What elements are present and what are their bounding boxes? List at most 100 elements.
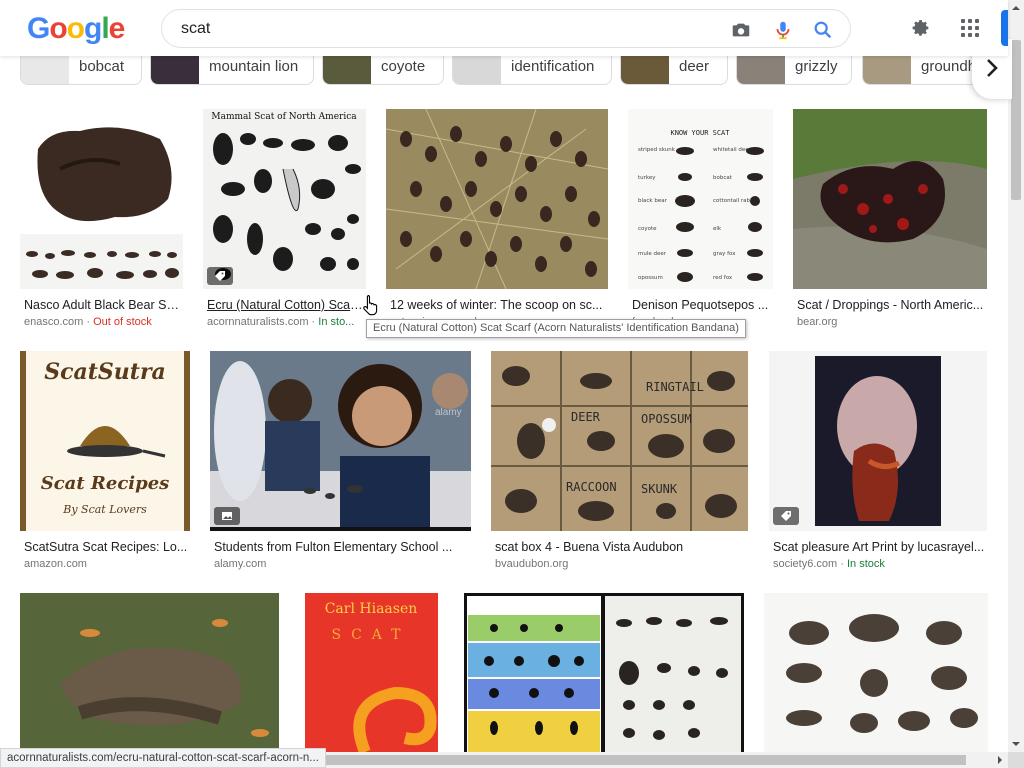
image-caption: mule deer	[638, 251, 667, 257]
result-card[interactable]: Mammal Scat of North America Ecru (Natur…	[203, 109, 366, 331]
image-caption: red fox	[713, 275, 733, 281]
logo-letter: l	[101, 12, 109, 45]
result-image[interactable]: ScatSutra Scat Recipes By Scat Lovers	[20, 351, 190, 531]
chip-label: groundh	[921, 58, 977, 75]
result-title[interactable]: ScatSutra Scat Recipes: Lo...	[24, 540, 190, 554]
result-image[interactable]: Carl Hiaasen SCAT	[305, 593, 438, 752]
result-image[interactable]: KNOW YOUR SCAT striped skunk whitetail d…	[628, 109, 773, 289]
result-source: bear.org	[797, 316, 838, 328]
result-card[interactable]	[20, 593, 279, 752]
result-card[interactable]: 12 weeks of winter: The scoop on sc... e…	[386, 109, 608, 331]
scroll-down-arrow-icon[interactable]	[1008, 736, 1024, 752]
result-source: acornnaturalists.com · In sto...	[207, 316, 355, 328]
result-card[interactable]: Scat pleasure Art Print by lucasrayel...…	[769, 351, 987, 573]
logo-letter: e	[108, 12, 126, 45]
image-caption: coyote	[638, 226, 657, 232]
result-title[interactable]: Students from Fulton Elementary School .…	[214, 540, 471, 554]
source-domain: society6.com	[773, 558, 838, 570]
stock-status: In stock	[846, 558, 885, 570]
image-caption: OPOSSUM	[641, 412, 692, 426]
result-image[interactable]: RINGTAIL DEER OPOSSUM RACCOON SKUNK	[491, 351, 748, 531]
image-caption: SKUNK	[641, 482, 678, 496]
result-card[interactable]: KNOW YOUR SCAT striped skunk whitetail d…	[628, 109, 773, 331]
apps-grid-icon[interactable]	[958, 16, 982, 40]
result-image[interactable]	[20, 593, 279, 752]
image-caption: turkey	[638, 175, 656, 181]
image-caption: KNOW YOUR SCAT	[670, 129, 730, 137]
image-caption: bobcat	[713, 175, 733, 181]
scroll-up-arrow-icon[interactable]	[1008, 0, 1024, 16]
google-logo[interactable]: Google	[27, 12, 126, 46]
image-caption: gray fox	[713, 251, 736, 257]
image-caption: whitetail deer	[713, 147, 752, 153]
result-card[interactable]: Nasco Adult Black Bear Sc... enasco.com …	[20, 109, 183, 331]
search-icon[interactable]	[812, 19, 834, 41]
result-title[interactable]: Scat / Droppings - North Americ...	[797, 298, 987, 312]
result-source: enasco.com · Out of stock	[24, 316, 152, 328]
result-card[interactable]	[464, 593, 744, 752]
chip-identification[interactable]: identification	[452, 56, 612, 85]
result-card[interactable]: alamy Students from Fulton Elementary Sc…	[210, 351, 471, 573]
result-image[interactable]	[386, 109, 608, 289]
chip-label: deer	[679, 58, 710, 75]
result-source: alamy.com	[214, 558, 267, 570]
camera-icon[interactable]	[730, 19, 752, 41]
result-image[interactable]	[464, 593, 744, 752]
result-card[interactable]: ScatSutra Scat Recipes By Scat Lovers Sc…	[20, 351, 190, 573]
scrollbar-corner	[1008, 752, 1024, 768]
chevron-right-icon	[987, 59, 998, 77]
logo-letter: g	[84, 12, 102, 45]
header: Google	[0, 0, 1008, 56]
image-caption: black bear	[638, 198, 668, 204]
image-caption: RACCOON	[566, 480, 617, 494]
chip-label: grizzly	[795, 58, 838, 75]
result-title[interactable]: scat box 4 - Buena Vista Audubon	[495, 540, 748, 554]
chip-grizzly[interactable]: grizzly	[736, 56, 852, 85]
related-searches-chips: bobcat mountain lion coyote identificati…	[20, 56, 1008, 86]
result-image[interactable]: Mammal Scat of North America	[203, 109, 366, 289]
image-caption: ScatSutra	[44, 359, 166, 385]
chip-label: bobcat	[79, 58, 125, 75]
scroll-right-arrow-icon[interactable]	[992, 752, 1008, 768]
result-image[interactable]	[764, 593, 988, 752]
result-card[interactable]	[764, 593, 988, 752]
hand-pointer-cursor-icon	[363, 294, 378, 316]
chip-bobcat[interactable]: bobcat	[20, 56, 142, 85]
stock-status: Out of stock	[93, 316, 152, 328]
product-tag-icon	[773, 507, 799, 525]
result-card[interactable]: RINGTAIL DEER OPOSSUM RACCOON SKUNK scat…	[491, 351, 748, 573]
vertical-scrollbar[interactable]	[1008, 0, 1024, 752]
image-badge-icon	[214, 507, 240, 525]
result-image[interactable]	[769, 351, 987, 531]
microphone-icon[interactable]	[772, 19, 794, 41]
result-title[interactable]: Scat pleasure Art Print by lucasrayel...	[773, 540, 987, 554]
chip-coyote[interactable]: coyote	[322, 56, 444, 85]
result-title[interactable]: Nasco Adult Black Bear Sc...	[24, 298, 183, 312]
chip-label: coyote	[381, 58, 426, 75]
result-image[interactable]	[20, 109, 183, 289]
result-source: amazon.com	[24, 558, 87, 570]
image-caption: SCAT	[332, 627, 411, 643]
result-title[interactable]: Ecru (Natural Cotton) Scat ...	[207, 298, 363, 312]
search-input[interactable]	[181, 18, 701, 40]
chip-deer[interactable]: deer	[620, 56, 728, 85]
chip-label: identification	[511, 58, 595, 75]
result-card[interactable]: Carl Hiaasen SCAT	[305, 593, 438, 752]
source-domain: enasco.com	[24, 316, 84, 328]
settings-gear-icon[interactable]	[908, 16, 932, 40]
vertical-scrollbar-thumb[interactable]	[1011, 40, 1021, 200]
result-source: bvaudubon.org	[495, 558, 569, 570]
status-bar-url: acornnaturalists.com/ecru-natural-cotton…	[0, 748, 326, 768]
chip-mountain-lion[interactable]: mountain lion	[150, 56, 314, 85]
stock-status: In sto...	[318, 316, 355, 328]
source-domain: acornnaturalists.com	[207, 316, 309, 328]
result-image[interactable]: alamy	[210, 351, 471, 531]
result-title[interactable]: 12 weeks of winter: The scoop on sc...	[390, 298, 608, 312]
sign-in-button[interactable]	[1001, 10, 1008, 46]
result-card[interactable]: Scat / Droppings - North Americ... bear.…	[793, 109, 987, 331]
image-caption: Mammal Scat of North America	[211, 112, 357, 122]
logo-letter: G	[27, 12, 50, 45]
image-caption: Carl Hiaasen	[325, 601, 418, 617]
result-image[interactable]	[793, 109, 987, 289]
result-title[interactable]: Denison Pequotsepos ...	[632, 298, 773, 312]
